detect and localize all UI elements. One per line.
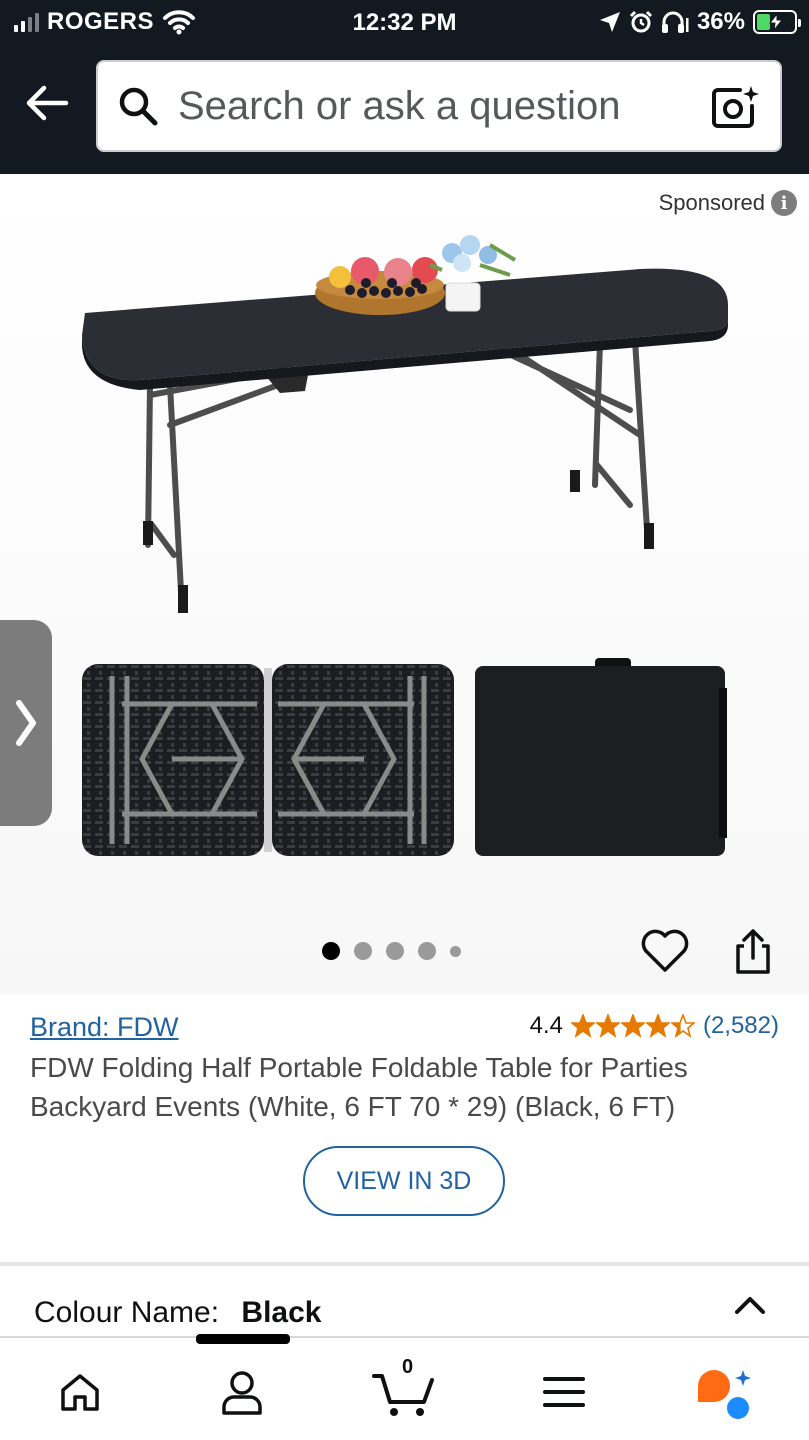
- menu-icon: [543, 1377, 585, 1407]
- search-box[interactable]: [96, 60, 782, 152]
- colour-selector[interactable]: Colour Name: Black: [34, 1296, 321, 1330]
- image-carousel-dots: [322, 942, 461, 960]
- home-icon: [61, 1374, 99, 1411]
- product-image-folded: [475, 658, 727, 856]
- cart-count: 0: [402, 1356, 414, 1378]
- account-icon: [222, 1371, 262, 1415]
- carousel-dot[interactable]: [386, 942, 404, 960]
- side-panel-tab[interactable]: [0, 620, 52, 826]
- star-icon: [620, 1014, 645, 1038]
- rating-value: 4.4: [529, 1012, 563, 1039]
- battery-percent: 36%: [696, 8, 745, 35]
- brand-link[interactable]: Brand: FDW: [30, 1012, 179, 1043]
- nav-cart[interactable]: 0: [372, 1356, 436, 1422]
- back-button[interactable]: [22, 78, 72, 128]
- nav-rufus[interactable]: [694, 1362, 754, 1422]
- headphones-icon: [661, 11, 689, 33]
- battery-charging-icon: [753, 10, 801, 34]
- section-divider: [0, 1262, 809, 1266]
- carousel-dot[interactable]: [354, 942, 372, 960]
- heart-icon[interactable]: [640, 928, 690, 974]
- star-rating: [570, 1014, 695, 1038]
- search-input[interactable]: [178, 76, 698, 136]
- view-in-3d-button[interactable]: VIEW IN 3D: [303, 1146, 505, 1216]
- chevron-right-icon: [16, 700, 36, 746]
- star-icon: [645, 1014, 670, 1038]
- rating-count-link[interactable]: (2,582): [703, 1012, 779, 1040]
- search-icon: [119, 87, 158, 126]
- active-tab-indicator: [196, 1334, 290, 1344]
- star-icon: [670, 1014, 695, 1038]
- chevron-up-icon[interactable]: [733, 1294, 767, 1316]
- back-arrow-icon: [26, 85, 69, 121]
- sponsored-label[interactable]: Sponsored i: [659, 190, 797, 216]
- share-icon[interactable]: [730, 928, 776, 976]
- star-icon: [595, 1014, 620, 1038]
- info-icon: i: [771, 190, 797, 216]
- nav-account[interactable]: [212, 1362, 272, 1422]
- bottom-nav: 0: [0, 1334, 809, 1440]
- status-bar: ROGERS 12:32 PM 36%: [0, 0, 809, 48]
- alarm-icon: [629, 10, 653, 33]
- carousel-dot[interactable]: [450, 945, 461, 957]
- product-image-underside: [82, 664, 454, 856]
- carousel-dot[interactable]: [418, 942, 436, 960]
- location-icon: [599, 12, 620, 32]
- nav-home[interactable]: [50, 1362, 110, 1422]
- sponsored-text: Sponsored: [658, 190, 765, 215]
- rating-row[interactable]: 4.4 (2,582): [530, 1012, 779, 1040]
- rufus-icon: [698, 1370, 751, 1419]
- colour-value: Black: [241, 1296, 322, 1329]
- status-right: 36%: [599, 8, 801, 36]
- star-icon: [570, 1014, 595, 1038]
- product-title: FDW Folding Half Portable Foldable Table…: [30, 1052, 688, 1122]
- search-header: [0, 48, 809, 174]
- colour-label: Colour Name:: [34, 1296, 220, 1329]
- carousel-dot[interactable]: [322, 942, 340, 960]
- nav-menu[interactable]: [534, 1362, 594, 1422]
- camera-search-icon[interactable]: [710, 84, 760, 130]
